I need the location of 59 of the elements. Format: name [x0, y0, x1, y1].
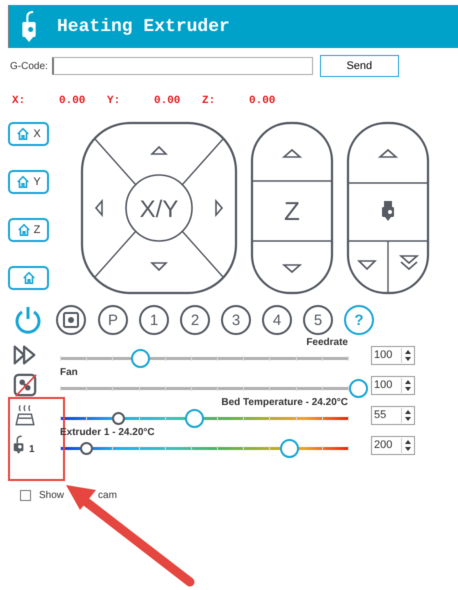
axis-label: X: [12, 95, 26, 107]
extruder-number: 1 [29, 444, 35, 455]
slider-label: Bed Temperature - 24.20°C [221, 397, 348, 408]
slider-thumb[interactable] [349, 379, 368, 398]
home-axis-button[interactable]: Y [8, 170, 49, 194]
axis-label: Z: [202, 95, 216, 107]
z-label: Z [284, 196, 300, 226]
number-spinbox[interactable]: 200 [371, 436, 415, 454]
home-axis-button[interactable]: Z [8, 218, 49, 242]
down-arrow-icon[interactable] [357, 260, 377, 270]
down-arrow-icon[interactable] [150, 262, 168, 272]
checkbox-label: cam [98, 490, 117, 501]
macro-button[interactable]: 4 [262, 305, 292, 335]
stop-button-icon[interactable] [55, 304, 87, 336]
double-down-arrow-icon[interactable] [398, 255, 420, 270]
extruder-icon[interactable] [382, 201, 394, 221]
number-spinbox[interactable]: 55 [371, 406, 415, 424]
xy-home-button[interactable]: X/Y [125, 174, 193, 242]
send-button[interactable]: Send [320, 55, 399, 77]
home-all-button[interactable] [8, 266, 49, 290]
extruder-icon [12, 435, 26, 455]
fan-off-icon [12, 373, 38, 397]
spin-arrows-icon[interactable] [401, 408, 414, 422]
macro-button[interactable]: P [98, 305, 128, 335]
home-icon [16, 175, 30, 189]
slider-label: Feedrate [306, 337, 348, 348]
down-arrow-icon[interactable] [282, 264, 302, 274]
left-arrow-icon[interactable] [94, 198, 103, 218]
spin-arrows-icon[interactable] [401, 378, 414, 392]
home-icon [16, 127, 30, 141]
number-spinbox[interactable]: 100 [371, 346, 415, 364]
gcode-label: G-Code: [10, 60, 48, 72]
position-value: 0.00 [249, 95, 276, 107]
number-spinbox[interactable]: 100 [371, 376, 415, 394]
up-arrow-icon[interactable] [282, 148, 302, 158]
macro-button[interactable]: 1 [139, 305, 169, 335]
checkbox-label: Show [39, 490, 64, 501]
up-arrow-icon[interactable] [378, 148, 398, 158]
position-value: 0.00 [154, 95, 182, 107]
macro-button[interactable]: 5 [303, 305, 333, 335]
spin-arrows-icon[interactable] [401, 438, 414, 452]
window-title: Heating Extruder [57, 16, 230, 36]
macro-button[interactable]: 2 [180, 305, 210, 335]
right-arrow-icon[interactable] [215, 198, 224, 218]
position-value: 0.00 [59, 95, 86, 107]
axis-label: Y: [107, 95, 122, 107]
gcode-field[interactable] [52, 57, 313, 75]
slider-label: Fan [60, 367, 78, 378]
spin-arrows-icon[interactable] [401, 348, 414, 362]
slider-thumb[interactable] [131, 349, 150, 368]
home-icon [16, 223, 31, 237]
webcam-checkbox[interactable] [20, 490, 31, 501]
fast-forward-icon [12, 343, 38, 367]
up-arrow-icon[interactable] [150, 146, 168, 155]
home-icon [22, 271, 36, 285]
home-axis-button[interactable]: X [8, 122, 49, 146]
slider-thumb[interactable] [280, 439, 300, 458]
macro-button[interactable]: 3 [221, 305, 251, 335]
slider-thumb[interactable] [185, 409, 204, 428]
